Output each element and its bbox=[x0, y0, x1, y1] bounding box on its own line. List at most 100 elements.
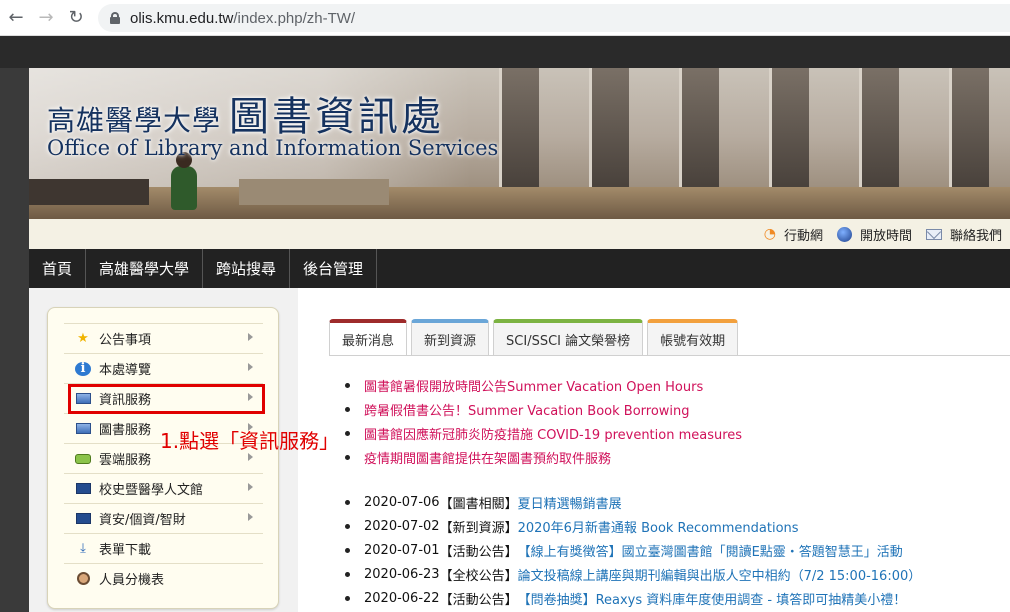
monitor-icon bbox=[75, 513, 91, 524]
bullet-icon bbox=[345, 454, 350, 460]
nav-item-home[interactable]: 首頁 bbox=[29, 249, 87, 288]
page-top-strip bbox=[0, 37, 1010, 68]
utility-link-label: 開放時間 bbox=[859, 228, 912, 244]
download-icon: ⤓ bbox=[80, 541, 86, 556]
news-link[interactable]: 圖書館暑假開放時間公告Summer Vacation Open Hours bbox=[364, 376, 703, 395]
list-item: 2020-06-23 【全校公告】 論文投稿線上講座與期刊編輯與出版人空中相約（7/… bbox=[345, 562, 1010, 586]
news-link[interactable]: 跨暑假借書公告！Summer Vacation Book Borrowing bbox=[364, 400, 690, 419]
bullet-icon bbox=[345, 595, 350, 601]
list-item: 疫情期間圖書館提供在架圖書預約取件服務 bbox=[345, 445, 1010, 469]
utility-link-label: 行動網 bbox=[783, 228, 823, 244]
sidebar-item-label: 資安/個資/智財 bbox=[99, 513, 186, 528]
globe-icon bbox=[836, 226, 852, 242]
chevron-right-icon bbox=[248, 483, 253, 491]
bullet-icon bbox=[345, 499, 350, 505]
news-link[interactable]: 疫情期間圖書館提供在架圖書預約取件服務 bbox=[364, 448, 611, 467]
post-link[interactable]: 夏日精選暢銷書展 bbox=[518, 493, 622, 512]
sidebar-item-label: 雲端服務 bbox=[99, 453, 152, 468]
bullet-icon bbox=[345, 430, 350, 436]
post-category: 【圖書相關】 bbox=[439, 496, 518, 512]
sidebar-menu: ★ 公告事項 i 本處導覽 資訊服務 圖書服務 雲端服務 校史暨醫學人文館 資安… bbox=[47, 307, 279, 609]
chevron-right-icon bbox=[248, 363, 253, 371]
list-item: 2020-06-22 【活動公告】 【問卷抽獎】Reaxys 資料庫年度使用調查 -… bbox=[345, 586, 1010, 610]
chevron-right-icon bbox=[248, 453, 253, 461]
address-bar[interactable]: olis.kmu.edu.tw/index.php/zh-TW/ bbox=[98, 4, 1010, 32]
post-date: 2020-06-23 bbox=[364, 566, 440, 582]
sidebar-item-forms[interactable]: ⤓ 表單下載 bbox=[64, 533, 263, 563]
nav-item-admin[interactable]: 後台管理 bbox=[290, 249, 378, 288]
post-date: 2020-07-02 bbox=[364, 518, 440, 534]
highlight-box bbox=[68, 384, 265, 414]
post-link[interactable]: 【問卷抽獎】Reaxys 資料庫年度使用調查 - 填答即可抽精美小禮！ bbox=[518, 589, 907, 608]
utility-bar: ◔ 行動網 開放時間 聯絡我們 bbox=[29, 219, 1010, 249]
sidebar-list: ★ 公告事項 i 本處導覽 資訊服務 圖書服務 雲端服務 校史暨醫學人文館 資安… bbox=[64, 323, 263, 593]
post-category: 【活動公告】 bbox=[439, 544, 518, 560]
news-list: 圖書館暑假開放時間公告Summer Vacation Open Hours 跨暑… bbox=[345, 373, 1010, 469]
site-title-office: 圖書資訊處 bbox=[229, 94, 445, 140]
utility-link-hours[interactable]: 開放時間 bbox=[836, 225, 912, 244]
user-icon bbox=[76, 572, 90, 585]
post-category: 【新到資源】 bbox=[439, 520, 518, 536]
sidebar-item-security[interactable]: 資安/個資/智財 bbox=[64, 503, 263, 533]
chevron-right-icon bbox=[248, 333, 253, 341]
post-date: 2020-07-06 bbox=[364, 494, 440, 510]
sidebar-item-announcements[interactable]: ★ 公告事項 bbox=[64, 323, 263, 353]
rss-icon: ◔ bbox=[763, 226, 776, 242]
sidebar-item-guide[interactable]: i 本處導覽 bbox=[64, 353, 263, 383]
page-left-strip bbox=[0, 68, 29, 612]
tab-account-validity[interactable]: 帳號有效期 bbox=[647, 319, 739, 356]
nav-item-cross-search[interactable]: 跨站搜尋 bbox=[203, 249, 291, 288]
mail-icon bbox=[925, 228, 942, 240]
list-item: 2020-07-01 【活動公告】 【線上有獎徵答】國立臺灣圖書館「閱讀E點靈・答題… bbox=[345, 538, 1010, 562]
list-item: 2020-07-02 【新到資源】 2020年6月新書通報 Book Recomme… bbox=[345, 514, 1010, 538]
back-icon[interactable]: ← bbox=[2, 4, 30, 32]
post-category: 【活動公告】 bbox=[439, 592, 518, 608]
nav-item-university[interactable]: 高雄醫學大學 bbox=[86, 249, 204, 288]
reload-icon[interactable]: ↻ bbox=[62, 4, 90, 32]
monitor-icon bbox=[75, 483, 91, 494]
url-host: olis.kmu.edu.tw bbox=[130, 9, 234, 27]
star-icon: ★ bbox=[77, 331, 89, 346]
main-nav: 首頁 高雄醫學大學 跨站搜尋 後台管理 bbox=[29, 249, 1010, 288]
sidebar-item-extensions[interactable]: 人員分機表 bbox=[64, 563, 263, 593]
utility-link-mobile[interactable]: ◔ 行動網 bbox=[764, 225, 823, 244]
list-item: 圖書館因應新冠肺炎防疫措施 COVID-19 prevention measur… bbox=[345, 421, 1010, 445]
utility-link-label: 聯絡我們 bbox=[949, 228, 1002, 244]
post-category: 【全校公告】 bbox=[439, 568, 518, 584]
post-date: 2020-06-22 bbox=[364, 590, 440, 606]
sidebar-item-label: 本處導覽 bbox=[99, 363, 152, 378]
bullet-icon bbox=[345, 382, 350, 388]
forward-icon[interactable]: → bbox=[32, 4, 60, 32]
chevron-right-icon bbox=[248, 513, 253, 521]
site-title-en: Office of Library and Information Servic… bbox=[47, 136, 499, 160]
instruction-annotation: 1.點選「資訊服務」 bbox=[160, 429, 340, 453]
post-link[interactable]: 2020年6月新書通報 Book Recommendations bbox=[518, 517, 799, 536]
info-icon: i bbox=[75, 361, 91, 376]
list-item: 跨暑假借書公告！Summer Vacation Book Borrowing bbox=[345, 397, 1010, 421]
sidebar-item-label: 人員分機表 bbox=[99, 573, 165, 588]
browser-toolbar: ← → ↻ olis.kmu.edu.tw/index.php/zh-TW/ bbox=[0, 0, 1010, 36]
tab-new-resources[interactable]: 新到資源 bbox=[411, 319, 490, 356]
window-icon bbox=[75, 423, 91, 434]
lock-icon bbox=[110, 12, 120, 24]
tab-sci-ssci[interactable]: SCI/SSCI 論文榮譽榜 bbox=[493, 319, 644, 356]
post-link[interactable]: 【線上有獎徵答】國立臺灣圖書館「閱讀E點靈・答題智慧王」活動 bbox=[518, 541, 903, 560]
bullet-icon bbox=[345, 547, 350, 553]
news-link[interactable]: 圖書館因應新冠肺炎防疫措施 COVID-19 prevention measur… bbox=[364, 424, 742, 443]
banner-photo-shelf bbox=[29, 179, 149, 205]
post-list: 2020-07-06 【圖書相關】 夏日精選暢銷書展 2020-07-02 【新到資源… bbox=[345, 490, 1010, 610]
banner-photo-sofa bbox=[239, 179, 389, 205]
post-link[interactable]: 論文投稿線上講座與期刊編輯與出版人空中相約（7/2 15:00-16:00） bbox=[518, 565, 922, 584]
site-title-university: 高雄醫學大學 bbox=[47, 104, 222, 137]
url-text: olis.kmu.edu.tw/index.php/zh-TW/ bbox=[130, 10, 355, 27]
bullet-icon bbox=[345, 406, 350, 412]
bullet-icon bbox=[345, 571, 350, 577]
utility-link-contact[interactable]: 聯絡我們 bbox=[925, 225, 1002, 244]
tab-latest-news[interactable]: 最新消息 bbox=[329, 319, 408, 356]
sidebar-item-history-museum[interactable]: 校史暨醫學人文館 bbox=[64, 473, 263, 503]
site-banner[interactable]: 高雄醫學大學 圖書資訊處 Office of Library and Inform… bbox=[29, 68, 1010, 219]
sidebar-item-label: 公告事項 bbox=[99, 333, 152, 348]
tab-divider bbox=[329, 355, 1010, 356]
sidebar-item-label: 圖書服務 bbox=[99, 423, 152, 438]
list-item: 2020-07-06 【圖書相關】 夏日精選暢銷書展 bbox=[345, 490, 1010, 514]
